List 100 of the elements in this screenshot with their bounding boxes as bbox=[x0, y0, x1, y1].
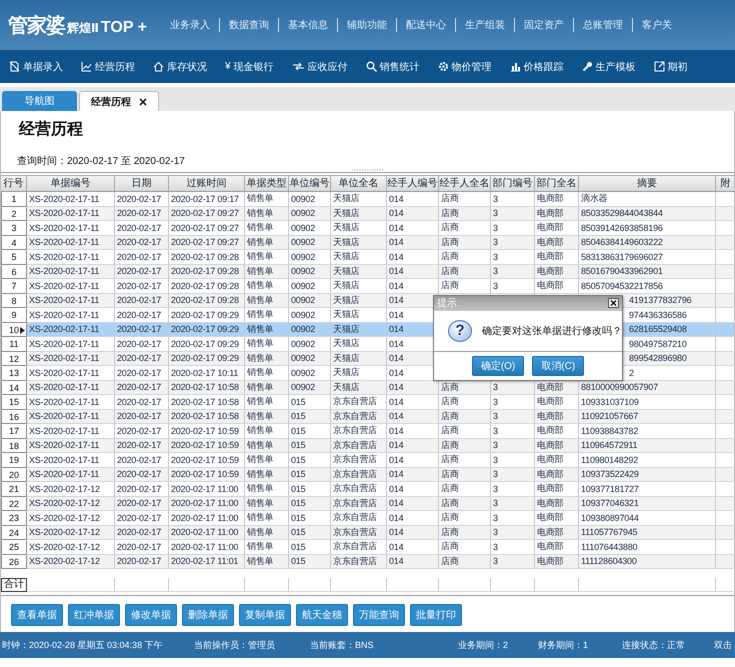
menu-item[interactable]: 客户关 bbox=[632, 18, 682, 32]
table-cell: 3 bbox=[493, 498, 498, 508]
table-cell: 2020-02-17 bbox=[117, 368, 162, 378]
table-cell: 店商 bbox=[441, 206, 459, 220]
menu-item[interactable]: 固定资产 bbox=[514, 18, 574, 32]
table-cell: 974436336586 bbox=[629, 310, 687, 320]
tab[interactable]: 经营历程 bbox=[79, 91, 159, 111]
menu-item[interactable]: 总账管理 bbox=[573, 18, 632, 32]
table-cell: 2020-02-17 bbox=[117, 266, 162, 276]
action-button[interactable]: 查看单据 bbox=[11, 604, 63, 626]
row-number: 9 bbox=[1, 308, 27, 322]
table-row[interactable]: 21 XS-2020-02-17-12 2020-02-17 2020-02-17 11:00 销售单 015 京东自营店 014 店商 3 电商部 109377181727 bbox=[1, 482, 734, 496]
table-row[interactable]: 18 XS-2020-02-17-11 2020-02-17 2020-02-17 10:59 销售单 015 京东自营店 014 店商 3 电商部 110964572911 bbox=[1, 438, 734, 453]
table-row[interactable]: 14 XS-2020-02-17-11 2020-02-17 2020-02-17 10:58 销售单 00902 天猫店 014 店商 3 电商部 8810000990057907 bbox=[1, 380, 734, 395]
table-row[interactable]: 23 XS-2020-02-17-12 2020-02-17 2020-02-17 11:00 销售单 015 京东自营店 014 店商 3 电商部 109380897044 bbox=[1, 511, 734, 526]
toolbar-button[interactable]: 价格跟踪 bbox=[500, 60, 573, 74]
table-cell: 京东自营店 bbox=[333, 554, 378, 568]
table-cell: 销售单 bbox=[247, 496, 274, 510]
table-cell: 00902 bbox=[291, 237, 316, 248]
table-cell: 3 bbox=[493, 556, 498, 566]
table-row[interactable]: 26 XS-2020-02-17-12 2020-02-17 2020-02-17 11:01 销售单 015 京东自营店 014 店商 3 电商部 111128604300 bbox=[1, 554, 734, 569]
table-cell: 015 bbox=[291, 469, 306, 480]
action-button[interactable]: 删除单据 bbox=[182, 604, 234, 626]
table-cell: 店商 bbox=[441, 482, 459, 496]
query-range: 查询时间：2020-02-17 至 2020-02-17 bbox=[17, 154, 186, 168]
table-row[interactable]: 3 XS-2020-02-17-11 2020-02-17 2020-02-17 09:27 销售单 00902 天猫店 014 店商 3 电商部 85039142693858196 bbox=[1, 221, 734, 236]
table-cell: XS-2020-02-17-11 bbox=[29, 454, 100, 465]
table-row[interactable]: 17 XS-2020-02-17-11 2020-02-17 2020-02-17 10:59 销售单 015 京东自营店 014 店商 3 电商部 110938843782 bbox=[1, 424, 734, 438]
action-button[interactable]: 红冲单据 bbox=[68, 604, 120, 626]
toolbar-button[interactable]: 期初 bbox=[644, 60, 697, 74]
table-cell: 2020-02-17 09:29 bbox=[171, 310, 239, 320]
table-cell: 电商部 bbox=[537, 221, 564, 234]
dialog-button[interactable]: 取消(C) bbox=[532, 356, 584, 376]
toolbar-button[interactable]: 销售统计 bbox=[356, 60, 429, 74]
close-icon[interactable] bbox=[608, 298, 619, 308]
tab[interactable]: 导航图 bbox=[2, 91, 77, 111]
table-cell: 014 bbox=[389, 252, 404, 262]
table-cell: 2020-02-17 11:00 bbox=[171, 542, 238, 552]
table-cell: 2020-02-17 10:59 bbox=[171, 426, 239, 436]
table-cell: 2020-02-17 10:58 bbox=[171, 411, 239, 422]
action-button[interactable]: 复制单据 bbox=[239, 604, 291, 626]
table-row[interactable]: 1 XS-2020-02-17-11 2020-02-17 2020-02-17 09:17 销售单 00902 天猫店 014 店商 3 电商部 滴水器 bbox=[1, 192, 734, 206]
table-cell: 电商部 bbox=[537, 468, 564, 481]
table-cell: 014 bbox=[389, 280, 404, 291]
table-cell: 销售单 bbox=[247, 424, 274, 438]
table-cell: 2020-02-17 09:27 bbox=[171, 237, 239, 248]
table-row[interactable]: 6 XS-2020-02-17-11 2020-02-17 2020-02-17 09:28 销售单 00902 天猫店 014 店商 3 电商部 85016790433962901 bbox=[1, 264, 734, 279]
action-button[interactable]: 航天金穗 bbox=[296, 604, 348, 626]
splitter-handle[interactable] bbox=[350, 168, 384, 172]
table-cell: 109377046321 bbox=[581, 498, 639, 508]
table-cell: 3 bbox=[493, 280, 498, 291]
table-cell: 电商部 bbox=[537, 482, 564, 496]
table-cell: 014 bbox=[389, 194, 404, 204]
toolbar-button[interactable]: 单据录入 bbox=[0, 60, 72, 74]
table-cell: XS-2020-02-17-12 bbox=[29, 498, 100, 508]
table-cell: 销售单 bbox=[247, 294, 274, 307]
menu-item[interactable]: 生产组装 bbox=[455, 18, 514, 32]
toolbar-button[interactable]: 库存状况 bbox=[144, 60, 216, 74]
menu-item[interactable]: 基本信息 bbox=[278, 18, 338, 32]
action-button[interactable]: 修改单据 bbox=[125, 604, 177, 626]
row-number: 25 bbox=[1, 540, 27, 554]
menu-item[interactable]: 辅助功能 bbox=[337, 18, 396, 32]
table-cell: 店商 bbox=[441, 540, 459, 554]
table-row[interactable]: 16 XS-2020-02-17-11 2020-02-17 2020-02-17 10:58 销售单 015 京东自营店 014 店商 3 电商部 110921057667 bbox=[1, 410, 734, 424]
dialog-button[interactable]: 确定(O) bbox=[472, 356, 524, 376]
table-row[interactable]: 19 XS-2020-02-17-11 2020-02-17 2020-02-17 10:59 销售单 015 京东自营店 014 店商 3 电商部 110980148292 bbox=[1, 453, 734, 468]
toolbar-button[interactable]: 生产模板 bbox=[572, 60, 645, 74]
table-row[interactable]: 15 XS-2020-02-17-11 2020-02-17 2020-02-17 10:58 销售单 015 京东自营店 014 店商 3 电商部 109331037109 bbox=[1, 395, 734, 410]
toolbar-button[interactable]: ¥ 现金银行 bbox=[216, 60, 283, 74]
menu-item[interactable]: 数据查询 bbox=[219, 18, 278, 32]
table-cell: XS-2020-02-17-11 bbox=[29, 252, 100, 262]
table-row[interactable]: 24 XS-2020-02-17-12 2020-02-17 2020-02-17 11:00 销售单 015 京东自营店 014 店商 3 电商部 111057767945 bbox=[1, 526, 734, 540]
table-cell: 014 bbox=[389, 542, 404, 552]
status-text: 双击 bbox=[714, 638, 732, 652]
toolbar-button[interactable]: 应收应付 bbox=[282, 60, 357, 74]
logo: 管家婆辉煌Ⅱ TOP + bbox=[7, 14, 148, 38]
toolbar-button[interactable]: 物价管理 bbox=[428, 60, 501, 74]
table-row[interactable]: 2 XS-2020-02-17-11 2020-02-17 2020-02-17 09:27 销售单 00902 天猫店 014 店商 3 电商部 85033529844043844 bbox=[1, 206, 734, 221]
menu-item[interactable]: 配送中心 bbox=[396, 18, 456, 32]
table-row[interactable]: 22 XS-2020-02-17-12 2020-02-17 2020-02-17 11:00 销售单 015 京东自营店 014 店商 3 电商部 109377046321 bbox=[1, 496, 734, 511]
table-cell: 天猫店 bbox=[333, 206, 360, 220]
table-cell: 3 bbox=[493, 440, 498, 450]
action-button[interactable]: 批量打印 bbox=[410, 604, 462, 626]
menu-item[interactable]: 业务录入 bbox=[161, 18, 220, 32]
table-row[interactable]: 4 XS-2020-02-17-11 2020-02-17 2020-02-17 09:27 销售单 00902 天猫店 014 店商 3 电商部 85046384149603222 bbox=[1, 236, 734, 250]
dialog-message: 确定要对这张单据进行修改吗？ bbox=[482, 324, 622, 338]
table-cell: 3 bbox=[493, 222, 498, 233]
table-row[interactable]: 25 XS-2020-02-17-12 2020-02-17 2020-02-17 11:00 销售单 015 京东自营店 014 店商 3 电商部 111076443880 bbox=[1, 540, 734, 554]
table-cell: 电商部 bbox=[537, 526, 564, 539]
table-cell: 3 bbox=[493, 484, 498, 494]
table-row[interactable]: 20 XS-2020-02-17-11 2020-02-17 2020-02-17 10:59 销售单 015 京东自营店 014 店商 3 电商部 109373522429 bbox=[1, 468, 734, 482]
close-icon[interactable] bbox=[139, 98, 147, 106]
table-cell: 销售单 bbox=[247, 352, 274, 365]
table-row[interactable]: 7 XS-2020-02-17-11 2020-02-17 2020-02-17 09:28 销售单 00902 天猫店 014 店商 3 电商部 85057094532217856 bbox=[1, 279, 734, 294]
table-cell: 2020-02-17 11:00 bbox=[171, 498, 238, 508]
table-row[interactable]: 5 XS-2020-02-17-11 2020-02-17 2020-02-17 09:28 销售单 00902 天猫店 014 店商 3 电商部 58313863179696027 bbox=[1, 250, 734, 264]
table-cell: 00902 bbox=[291, 353, 316, 364]
table-cell: 天猫店 bbox=[333, 352, 360, 365]
action-button[interactable]: 万能查询 bbox=[353, 604, 405, 626]
toolbar-button[interactable]: 经营历程 bbox=[72, 60, 144, 74]
